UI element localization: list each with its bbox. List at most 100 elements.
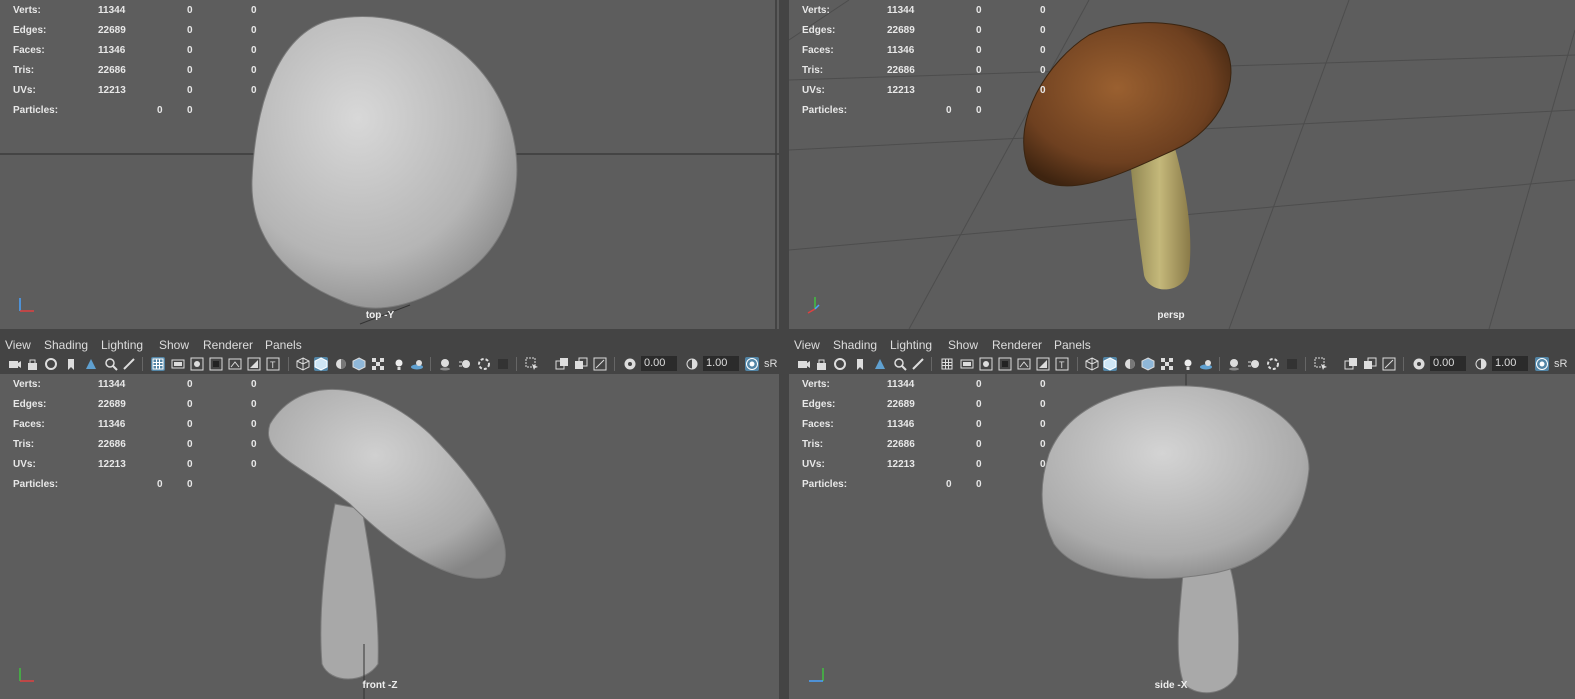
wireframe-icon[interactable] [296, 357, 310, 371]
camera-icon[interactable] [797, 357, 811, 371]
bookmark-icon[interactable] [833, 357, 847, 371]
xray-icon[interactable] [555, 357, 569, 371]
motion-blur-icon[interactable] [1247, 357, 1261, 371]
colorspace-label[interactable]: sR [764, 358, 777, 370]
depth-of-field-icon[interactable] [1285, 357, 1299, 371]
isolate-select-icon[interactable] [525, 357, 539, 371]
hud-value: 0 [251, 439, 257, 450]
exposure-icon[interactable] [1412, 357, 1426, 371]
menu-panels[interactable]: Panels [265, 338, 302, 352]
flat-shade-icon[interactable] [1123, 357, 1137, 371]
menu-renderer[interactable]: Renderer [203, 338, 253, 352]
grid-icon[interactable] [940, 357, 954, 371]
shadows-icon[interactable] [410, 357, 424, 371]
grid-icon[interactable] [151, 357, 165, 371]
resolution-gate-icon[interactable] [979, 357, 993, 371]
backface-icon[interactable] [1382, 357, 1396, 371]
bounding-box-icon[interactable] [352, 357, 366, 371]
axis-gizmo-icon [19, 298, 34, 312]
image-plane-icon[interactable] [64, 357, 78, 371]
colorspace-label[interactable]: sR [1554, 358, 1567, 370]
menu-show[interactable]: Show [159, 338, 189, 352]
motion-blur-icon[interactable] [458, 357, 472, 371]
color-management-icon[interactable] [1535, 357, 1549, 371]
menu-lighting[interactable]: Lighting [101, 338, 143, 352]
menu-panels[interactable]: Panels [1054, 338, 1091, 352]
viewport-camera-label: side -X [1154, 680, 1188, 691]
image-plane-icon[interactable] [853, 357, 867, 371]
menu-shading[interactable]: Shading [833, 338, 877, 352]
use-lights-icon[interactable] [392, 357, 406, 371]
menu-view[interactable]: View [5, 338, 31, 352]
safe-action-icon[interactable] [1036, 357, 1050, 371]
exposure-field[interactable]: 0.00 [1430, 356, 1466, 371]
menu-show[interactable]: Show [948, 338, 978, 352]
gamma-field[interactable]: 1.00 [703, 356, 739, 371]
wireframe-icon[interactable] [1085, 357, 1099, 371]
smooth-shade-icon[interactable] [1103, 357, 1117, 371]
safe-title-icon[interactable]: T [1055, 357, 1069, 371]
safe-title-icon[interactable]: T [266, 357, 280, 371]
anti-alias-icon[interactable] [477, 357, 491, 371]
gamma-field[interactable]: 1.00 [1492, 356, 1528, 371]
textured-icon[interactable] [371, 357, 385, 371]
xray-joints-icon[interactable] [1363, 357, 1377, 371]
bounding-box-icon[interactable] [1141, 357, 1155, 371]
hud-value: 0 [251, 85, 257, 96]
textured-icon[interactable] [1160, 357, 1174, 371]
viewport-persp[interactable]: Verts: 11344 0 0 Edges: 22689 0 0 Faces:… [789, 0, 1575, 329]
pan-zoom-icon[interactable] [104, 357, 118, 371]
hud-value: 11344 [887, 5, 915, 16]
camera-icon[interactable] [8, 357, 22, 371]
shadows-icon[interactable] [1199, 357, 1213, 371]
menu-shading[interactable]: Shading [44, 338, 88, 352]
use-lights-icon[interactable] [1181, 357, 1195, 371]
pan-zoom-icon[interactable] [893, 357, 907, 371]
flat-shade-icon[interactable] [334, 357, 348, 371]
resolution-gate-icon[interactable] [190, 357, 204, 371]
gamma-icon[interactable] [1474, 357, 1488, 371]
lock-camera-icon[interactable] [815, 357, 829, 371]
bookmark-icon[interactable] [44, 357, 58, 371]
menu-view[interactable]: View [794, 338, 820, 352]
viewport-top[interactable]: Verts: 11344 0 0 Edges: 22689 0 0 Faces:… [0, 0, 779, 329]
color-management-icon[interactable] [745, 357, 759, 371]
hud-label: UVs: [802, 459, 825, 470]
field-chart-icon[interactable] [228, 357, 242, 371]
smooth-shade-icon[interactable] [314, 357, 328, 371]
hud-value: 0 [187, 479, 193, 490]
xray-icon[interactable] [1344, 357, 1358, 371]
select-camera-icon[interactable] [873, 357, 887, 371]
exposure-field[interactable]: 0.00 [641, 356, 677, 371]
xray-joints-icon[interactable] [574, 357, 588, 371]
gate-mask-icon[interactable] [998, 357, 1012, 371]
gate-mask-icon[interactable] [209, 357, 223, 371]
menu-lighting[interactable]: Lighting [890, 338, 932, 352]
axis-gizmo-icon [19, 668, 34, 682]
grease-pencil-icon[interactable] [911, 357, 925, 371]
toolbar-separator [142, 357, 143, 371]
safe-action-icon[interactable] [247, 357, 261, 371]
screen-ao-icon[interactable] [1227, 357, 1241, 371]
viewport-side[interactable]: Verts: 11344 0 0 Edges: 22689 0 0 Faces:… [789, 374, 1575, 699]
hud-label: Particles: [13, 479, 59, 490]
screen-ao-icon[interactable] [438, 357, 452, 371]
field-chart-icon[interactable] [1017, 357, 1031, 371]
depth-of-field-icon[interactable] [496, 357, 510, 371]
film-gate-icon[interactable] [171, 357, 185, 371]
viewport-front[interactable]: Verts: 11344 0 0 Edges: 22689 0 0 Faces:… [0, 374, 779, 699]
panel-toolbar-right: T 0.00 1.00 sR [789, 354, 1575, 374]
grease-pencil-icon[interactable] [122, 357, 136, 371]
film-gate-icon[interactable] [960, 357, 974, 371]
backface-icon[interactable] [593, 357, 607, 371]
gamma-icon[interactable] [685, 357, 699, 371]
lock-camera-icon[interactable] [26, 357, 40, 371]
exposure-icon[interactable] [623, 357, 637, 371]
hud-value: 0 [187, 105, 193, 116]
menu-renderer[interactable]: Renderer [992, 338, 1042, 352]
hud-value: 12213 [887, 85, 915, 96]
mushroom-stem-side [1177, 563, 1240, 694]
isolate-select-icon[interactable] [1314, 357, 1328, 371]
anti-alias-icon[interactable] [1266, 357, 1280, 371]
select-camera-icon[interactable] [84, 357, 98, 371]
